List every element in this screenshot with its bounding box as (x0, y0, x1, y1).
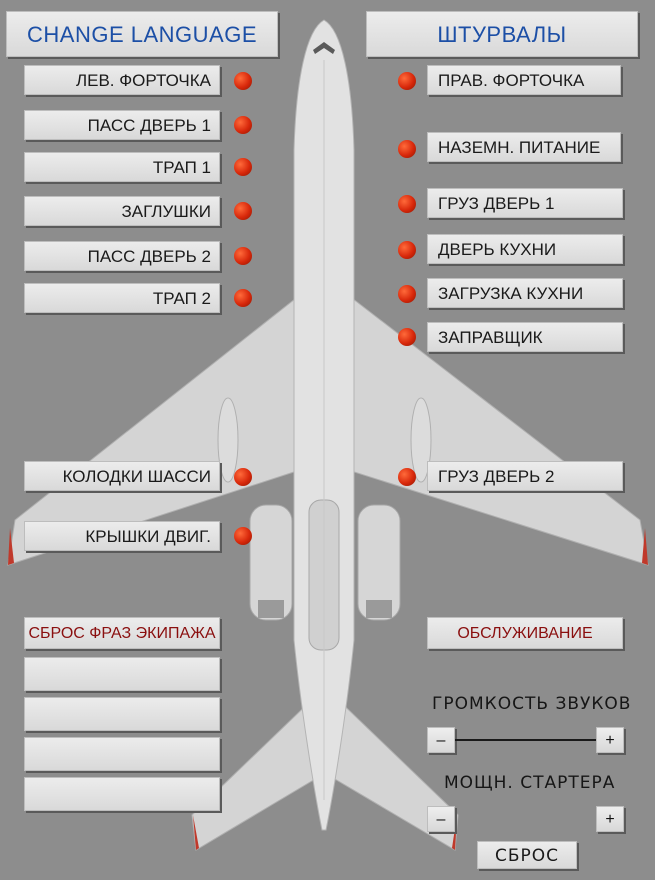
galley-loading-indicator (398, 285, 416, 303)
stairs-1-indicator (234, 158, 252, 176)
starter-power-plus-button[interactable]: + (596, 806, 624, 832)
pass-door-1-indicator (234, 116, 252, 134)
sound-volume-minus-button[interactable]: – (427, 727, 455, 753)
crew-phrase-slot-3[interactable] (24, 737, 220, 771)
pass-door-2-indicator (234, 247, 252, 265)
reset-button[interactable]: СБРОС (477, 841, 577, 869)
sound-volume-plus-button[interactable]: + (596, 727, 624, 753)
pass-door-2-button[interactable]: ПАСС ДВЕРЬ 2 (24, 241, 220, 271)
cargo-door-1-button[interactable]: ГРУЗ ДВЕРЬ 1 (427, 188, 623, 218)
starter-power-minus-button[interactable]: – (427, 806, 455, 832)
reset-crew-phrases-button[interactable]: СБРОС ФРАЗ ЭКИПАЖА (24, 617, 220, 649)
galley-loading-button[interactable]: ЗАГРУЗКА КУХНИ (427, 278, 623, 308)
ground-power-indicator (398, 140, 416, 158)
left-vent-window-button[interactable]: ЛЕВ. ФОРТОЧКА (24, 65, 220, 95)
crew-phrase-slot-1[interactable] (24, 657, 220, 691)
right-vent-window-indicator (398, 72, 416, 90)
yokes-button[interactable]: ШТУРВАЛЫ (366, 11, 638, 57)
galley-door-button[interactable]: ДВЕРЬ КУХНИ (427, 234, 623, 264)
crew-phrase-slot-4[interactable] (24, 777, 220, 811)
engine-covers-indicator (234, 527, 252, 545)
refueler-button[interactable]: ЗАПРАВЩИК (427, 322, 623, 352)
stairs-2-button[interactable]: ТРАП 2 (24, 283, 220, 313)
crew-phrase-slot-2[interactable] (24, 697, 220, 731)
sound-volume-slider[interactable] (455, 739, 596, 741)
cargo-door-2-indicator (398, 468, 416, 486)
covers-button[interactable]: ЗАГЛУШКИ (24, 196, 220, 226)
wheel-chocks-indicator (234, 468, 252, 486)
service-button[interactable]: ОБСЛУЖИВАНИЕ (427, 617, 623, 649)
stairs-1-button[interactable]: ТРАП 1 (24, 152, 220, 182)
stairs-2-indicator (234, 289, 252, 307)
pass-door-1-button[interactable]: ПАСС ДВЕРЬ 1 (24, 110, 220, 140)
refueler-indicator (398, 328, 416, 346)
left-vent-window-indicator (234, 72, 252, 90)
wheel-chocks-button[interactable]: КОЛОДКИ ШАССИ (24, 461, 220, 491)
covers-indicator (234, 202, 252, 220)
cargo-door-2-button[interactable]: ГРУЗ ДВЕРЬ 2 (427, 461, 623, 491)
starter-power-label: МОЩН. СТАРТЕРА (444, 773, 616, 793)
engine-covers-button[interactable]: КРЫШКИ ДВИГ. (24, 521, 220, 551)
sound-volume-label: ГРОМКОСТЬ ЗВУКОВ (432, 694, 632, 714)
ground-power-button[interactable]: НАЗЕМН. ПИТАНИЕ (427, 132, 621, 162)
change-language-button[interactable]: CHANGE LANGUAGE (6, 11, 278, 57)
right-vent-window-button[interactable]: ПРАВ. ФОРТОЧКА (427, 65, 621, 95)
galley-door-indicator (398, 241, 416, 259)
cargo-door-1-indicator (398, 195, 416, 213)
